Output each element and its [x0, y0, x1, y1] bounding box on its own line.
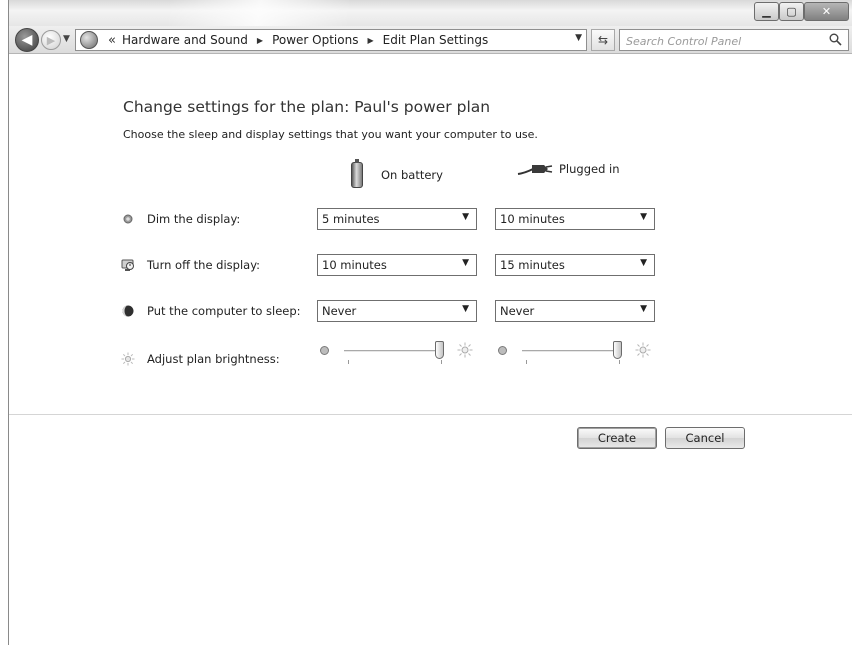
refresh-button[interactable]: ⇆: [591, 29, 615, 51]
turn-off-display-plugged-select[interactable]: 15 minutes ▼: [495, 254, 655, 276]
power-plug-icon: [517, 165, 553, 175]
content-divider: [9, 414, 852, 415]
slider-thumb[interactable]: [435, 341, 444, 359]
dropdown-arrow-icon: ▼: [640, 304, 647, 314]
refresh-icon: ⇆: [597, 33, 609, 47]
slider-track[interactable]: [522, 350, 621, 352]
bright-brightness-icon: [635, 342, 651, 358]
sleep-row: Put the computer to sleep:: [121, 299, 327, 323]
brightness-plugged-slider[interactable]: [495, 340, 655, 366]
brightness-label: Adjust plan brightness:: [147, 352, 280, 366]
search-input[interactable]: [626, 31, 821, 52]
dim-brightness-icon: [320, 346, 329, 355]
back-arrow-icon: ◀: [21, 32, 33, 48]
slider-thumb[interactable]: [613, 341, 622, 359]
dropdown-arrow-icon: ▼: [640, 212, 647, 222]
on-battery-label: On battery: [381, 168, 443, 182]
sleep-plugged-select[interactable]: Never ▼: [495, 300, 655, 322]
dim-display-plugged-value: 10 minutes: [500, 212, 565, 226]
display-timer-icon: [121, 259, 134, 271]
bright-brightness-icon: [457, 342, 473, 358]
breadcrumb-arrow-icon[interactable]: ▶: [367, 36, 373, 45]
on-battery-header: On battery: [351, 159, 443, 188]
slider-tick: [619, 360, 620, 364]
recent-pages-dropdown[interactable]: ▼: [63, 34, 70, 44]
dim-display-label: Dim the display:: [147, 212, 241, 226]
brightness-battery-slider[interactable]: [317, 340, 477, 366]
minimize-icon: ▁: [762, 5, 771, 18]
maximize-icon: ▢: [786, 5, 797, 18]
turn-off-display-battery-select[interactable]: 10 minutes ▼: [317, 254, 477, 276]
plugged-in-label: Plugged in: [559, 162, 620, 176]
sleep-label: Put the computer to sleep:: [147, 304, 301, 318]
power-options-window: ▁ ▢ ✕ ◀ ▶ ▼ « Hardware and Sound ▶ Power…: [8, 0, 852, 645]
slider-tick: [348, 360, 349, 364]
address-bar[interactable]: « Hardware and Sound ▶ Power Options ▶ E…: [75, 29, 587, 51]
navigation-bar: ◀ ▶ ▼ « Hardware and Sound ▶ Power Optio…: [9, 26, 852, 54]
turn-off-display-row: Turn off the display:: [121, 253, 327, 277]
dropdown-arrow-icon: ▼: [462, 258, 469, 268]
forward-arrow-icon: ▶: [46, 33, 56, 47]
turn-off-display-plugged-value: 15 minutes: [500, 258, 565, 272]
breadcrumb-arrow-icon[interactable]: ▶: [257, 36, 263, 45]
minimize-button[interactable]: ▁: [754, 2, 779, 21]
dropdown-arrow-icon: ▼: [640, 258, 647, 268]
dropdown-arrow-icon: ▼: [462, 212, 469, 222]
title-bar[interactable]: ▁ ▢ ✕: [9, 0, 852, 26]
dim-display-battery-select[interactable]: 5 minutes ▼: [317, 208, 477, 230]
battery-icon: [351, 159, 363, 188]
breadcrumb-edit-plan-settings[interactable]: Edit Plan Settings: [383, 33, 489, 47]
breadcrumb-hardware-and-sound[interactable]: Hardware and Sound: [122, 33, 248, 47]
brightness-sun-icon: [121, 352, 135, 366]
dropdown-arrow-icon: ▼: [462, 304, 469, 314]
create-button[interactable]: Create: [577, 427, 657, 449]
slider-tick: [526, 360, 527, 364]
turn-off-display-label: Turn off the display:: [147, 258, 261, 272]
page-title: Change settings for the plan: Paul's pow…: [123, 98, 491, 116]
breadcrumb-overflow[interactable]: «: [108, 33, 116, 48]
brightness-row: Adjust plan brightness:: [121, 347, 327, 371]
dim-display-row: Dim the display:: [121, 207, 327, 231]
main-content: Change settings for the plan: Paul's pow…: [9, 55, 852, 645]
page-subtitle: Choose the sleep and display settings th…: [123, 128, 538, 141]
breadcrumb-power-options[interactable]: Power Options: [272, 33, 358, 47]
search-box[interactable]: [619, 29, 849, 52]
back-button[interactable]: ◀: [15, 28, 39, 52]
sleep-plugged-value: Never: [500, 304, 535, 318]
sleep-battery-select[interactable]: Never ▼: [317, 300, 477, 322]
sleep-battery-value: Never: [322, 304, 357, 318]
forward-button[interactable]: ▶: [41, 30, 61, 50]
control-panel-icon: [80, 31, 98, 49]
cancel-button[interactable]: Cancel: [665, 427, 745, 449]
turn-off-display-battery-value: 10 minutes: [322, 258, 387, 272]
dim-display-battery-value: 5 minutes: [322, 212, 380, 226]
dim-brightness-icon: [498, 346, 507, 355]
slider-tick: [441, 360, 442, 364]
close-icon: ✕: [821, 5, 832, 18]
search-icon[interactable]: [829, 33, 842, 46]
close-button[interactable]: ✕: [804, 2, 849, 21]
plugged-in-header: Plugged in: [517, 162, 620, 176]
maximize-button[interactable]: ▢: [779, 2, 804, 21]
slider-track[interactable]: [344, 350, 443, 352]
dim-display-plugged-select[interactable]: 10 minutes ▼: [495, 208, 655, 230]
dim-display-icon: [123, 214, 133, 224]
sleep-moon-icon: [122, 305, 134, 317]
address-dropdown-icon[interactable]: ▼: [575, 33, 582, 43]
